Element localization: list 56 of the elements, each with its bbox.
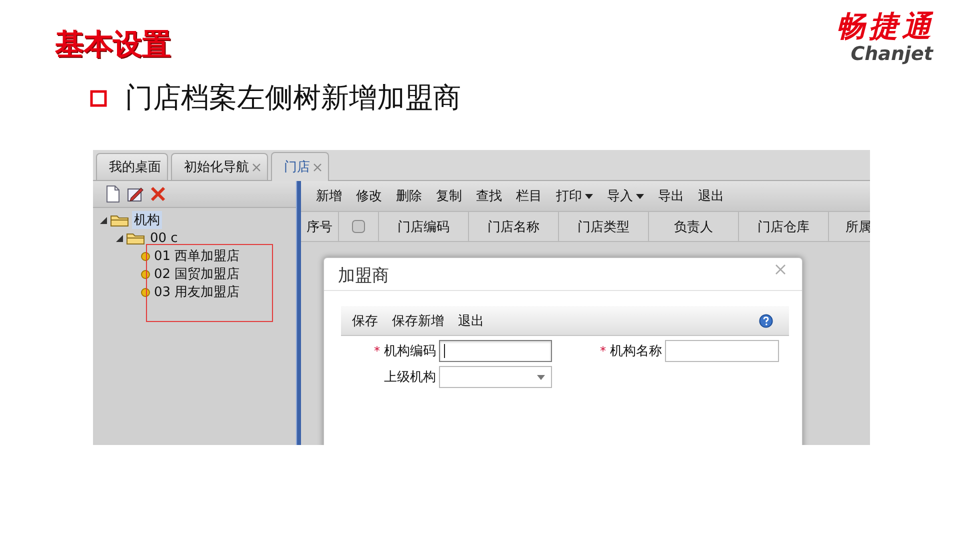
column-header: 门店仓库	[739, 212, 829, 241]
expanded-arrow-icon[interactable]	[115, 234, 124, 242]
column-header: 负责人	[649, 212, 739, 241]
toolbar-button[interactable]: 删除	[389, 184, 429, 208]
menu-button[interactable]: 导入	[600, 184, 651, 208]
toolbar-button[interactable]: 保存新增	[385, 308, 451, 332]
bullet-text: 门店档案左侧树新增加盟商	[125, 80, 461, 116]
toolbar-button[interactable]: 栏目	[509, 184, 549, 208]
tab[interactable]: 门店	[271, 152, 329, 181]
column-header: 门店编码	[379, 212, 469, 241]
expanded-arrow-icon[interactable]	[99, 216, 108, 224]
slide-title: 基本设置	[55, 26, 171, 63]
tree-item[interactable]: 01 西单加盟店	[152, 247, 242, 265]
required-mark: *	[374, 344, 380, 358]
toolbar-button[interactable]: 复制	[429, 184, 469, 208]
new-document-icon[interactable]	[105, 185, 121, 203]
column-header: 门店名称	[469, 212, 559, 241]
text-cursor	[444, 344, 445, 358]
tree-item[interactable]: 02 国贸加盟店	[152, 265, 242, 283]
dropdown-arrow-icon	[537, 374, 545, 380]
tree-item[interactable]: 00 c	[148, 230, 180, 246]
toolbar-button[interactable]: 修改	[349, 184, 389, 208]
field-label: 上级机构	[384, 369, 436, 386]
tree-item[interactable]: 03 用友加盟店	[152, 283, 242, 301]
required-mark: *	[600, 344, 606, 358]
delete-icon[interactable]	[150, 186, 166, 202]
folder-icon	[126, 231, 146, 245]
tab[interactable]: 我的桌面	[96, 153, 168, 180]
toolbar-button[interactable]: 新增	[309, 184, 349, 208]
caret-icon	[636, 194, 644, 198]
edit-icon[interactable]	[127, 186, 144, 202]
bullet-icon	[90, 90, 107, 106]
menu-button[interactable]: 打印	[549, 184, 600, 208]
input-field[interactable]	[439, 340, 552, 362]
close-icon[interactable]	[775, 264, 786, 275]
help-icon[interactable]	[759, 314, 773, 328]
field-label: 机构编码	[384, 343, 436, 360]
close-icon[interactable]	[313, 162, 322, 172]
folder-icon	[110, 213, 130, 227]
dialog-title: 加盟商	[338, 265, 389, 287]
toolbar-button[interactable]: 保存	[345, 308, 385, 332]
input-field[interactable]	[665, 340, 779, 362]
logo: 畅捷通 Chanjet	[836, 8, 935, 67]
column-header: 门店类型	[559, 212, 649, 241]
toolbar-button[interactable]: 退出	[451, 308, 491, 332]
caret-icon	[585, 194, 593, 198]
tab[interactable]: 初始化导航	[171, 153, 268, 180]
column-header: 序号	[301, 212, 339, 241]
checkbox[interactable]	[352, 220, 365, 233]
field-label: 机构名称	[610, 343, 662, 360]
tree-item[interactable]: 机构	[132, 211, 162, 229]
toolbar-button[interactable]: 导出	[651, 184, 691, 208]
toolbar-button[interactable]: 查找	[469, 184, 509, 208]
toolbar-button[interactable]: 退出	[691, 184, 731, 208]
close-icon[interactable]	[252, 162, 261, 172]
dropdown-field[interactable]	[439, 366, 552, 388]
